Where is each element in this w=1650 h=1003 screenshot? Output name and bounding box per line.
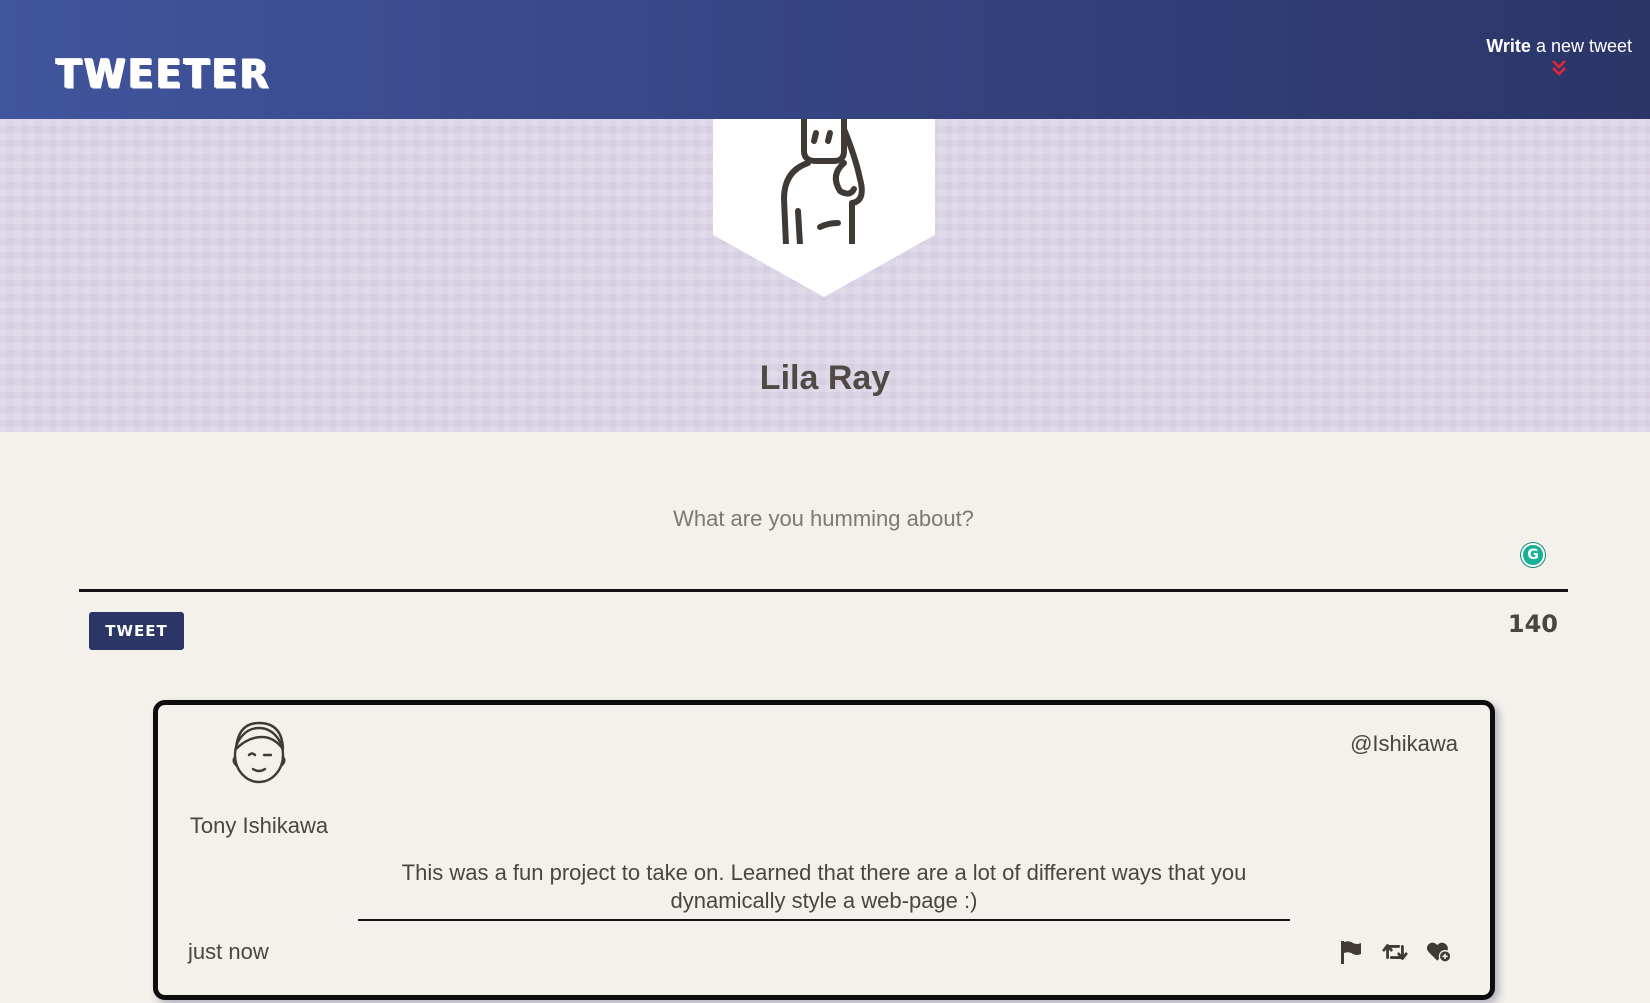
tweet-actions xyxy=(1338,939,1452,965)
tweet-timestamp: just now xyxy=(188,939,269,964)
double-chevron-down-icon xyxy=(1552,60,1567,76)
tweet-input[interactable] xyxy=(79,480,1568,589)
author-handle: @Ishikawa xyxy=(1350,731,1458,756)
top-nav: TWEETER Write a new tweet xyxy=(0,0,1650,119)
flag-icon xyxy=(1341,941,1361,964)
man-avatar-icon xyxy=(232,721,286,784)
tweet-card: Tony Ishikawa @Ishikawa This was a fun p… xyxy=(153,700,1495,1000)
character-counter: 140 xyxy=(1507,610,1558,638)
profile-name: Lila Ray xyxy=(759,359,891,397)
grammarly-icon[interactable]: G xyxy=(1521,543,1545,567)
write-label-bold: Write xyxy=(1486,36,1531,56)
compose-area xyxy=(79,480,1568,592)
author-name: Tony Ishikawa xyxy=(189,813,329,838)
like-button[interactable] xyxy=(1426,939,1452,965)
heart-add-icon xyxy=(1426,942,1452,963)
write-new-tweet-button[interactable]: Write a new tweet xyxy=(1486,36,1632,77)
write-label-rest: a new tweet xyxy=(1530,36,1632,56)
retweet-button[interactable] xyxy=(1382,939,1408,965)
brand-logo[interactable]: TWEETER xyxy=(56,51,271,97)
retweet-icon xyxy=(1382,944,1408,960)
tweet-text: This was a fun project to take on. Learn… xyxy=(358,859,1290,921)
tweet-button[interactable]: TWEET xyxy=(89,612,184,650)
woman-avatar-icon xyxy=(781,119,865,244)
flag-button[interactable] xyxy=(1338,939,1364,965)
